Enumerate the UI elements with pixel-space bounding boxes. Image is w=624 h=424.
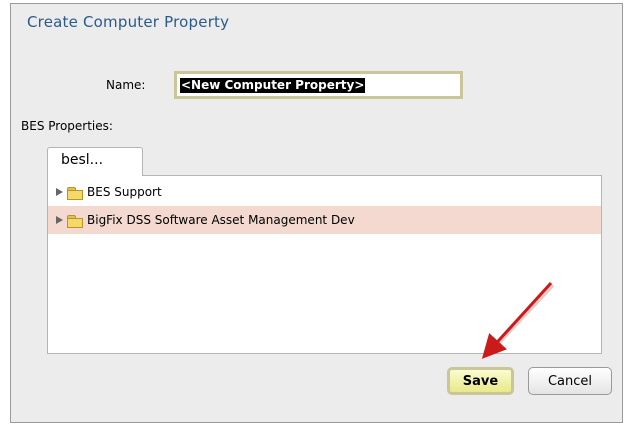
folder-icon	[67, 214, 83, 228]
dialog-title: Create Computer Property	[27, 13, 230, 31]
tree-item-label: BigFix DSS Software Asset Management Dev	[87, 213, 355, 227]
name-input-value: <New Computer Property>	[180, 78, 366, 93]
name-input[interactable]: <New Computer Property>	[174, 71, 463, 99]
properties-tree: BES Support BigFix DSS Software Asset Ma…	[47, 175, 602, 354]
bes-properties-label: BES Properties:	[21, 119, 113, 133]
folder-icon	[67, 186, 83, 200]
name-label: Name:	[106, 78, 146, 92]
cancel-button[interactable]: Cancel	[528, 367, 612, 395]
expand-arrow-icon[interactable]	[56, 188, 63, 196]
tree-item-bes-support[interactable]: BES Support	[48, 178, 601, 206]
tab-besl[interactable]: besl...	[47, 147, 143, 176]
tree-item-bigfix-dss[interactable]: BigFix DSS Software Asset Management Dev	[48, 206, 601, 234]
expand-arrow-icon[interactable]	[56, 216, 63, 224]
tree-item-label: BES Support	[87, 185, 162, 199]
save-button[interactable]: Save	[447, 367, 514, 395]
create-computer-property-dialog: Create Computer Property Name: <New Comp…	[10, 3, 623, 423]
